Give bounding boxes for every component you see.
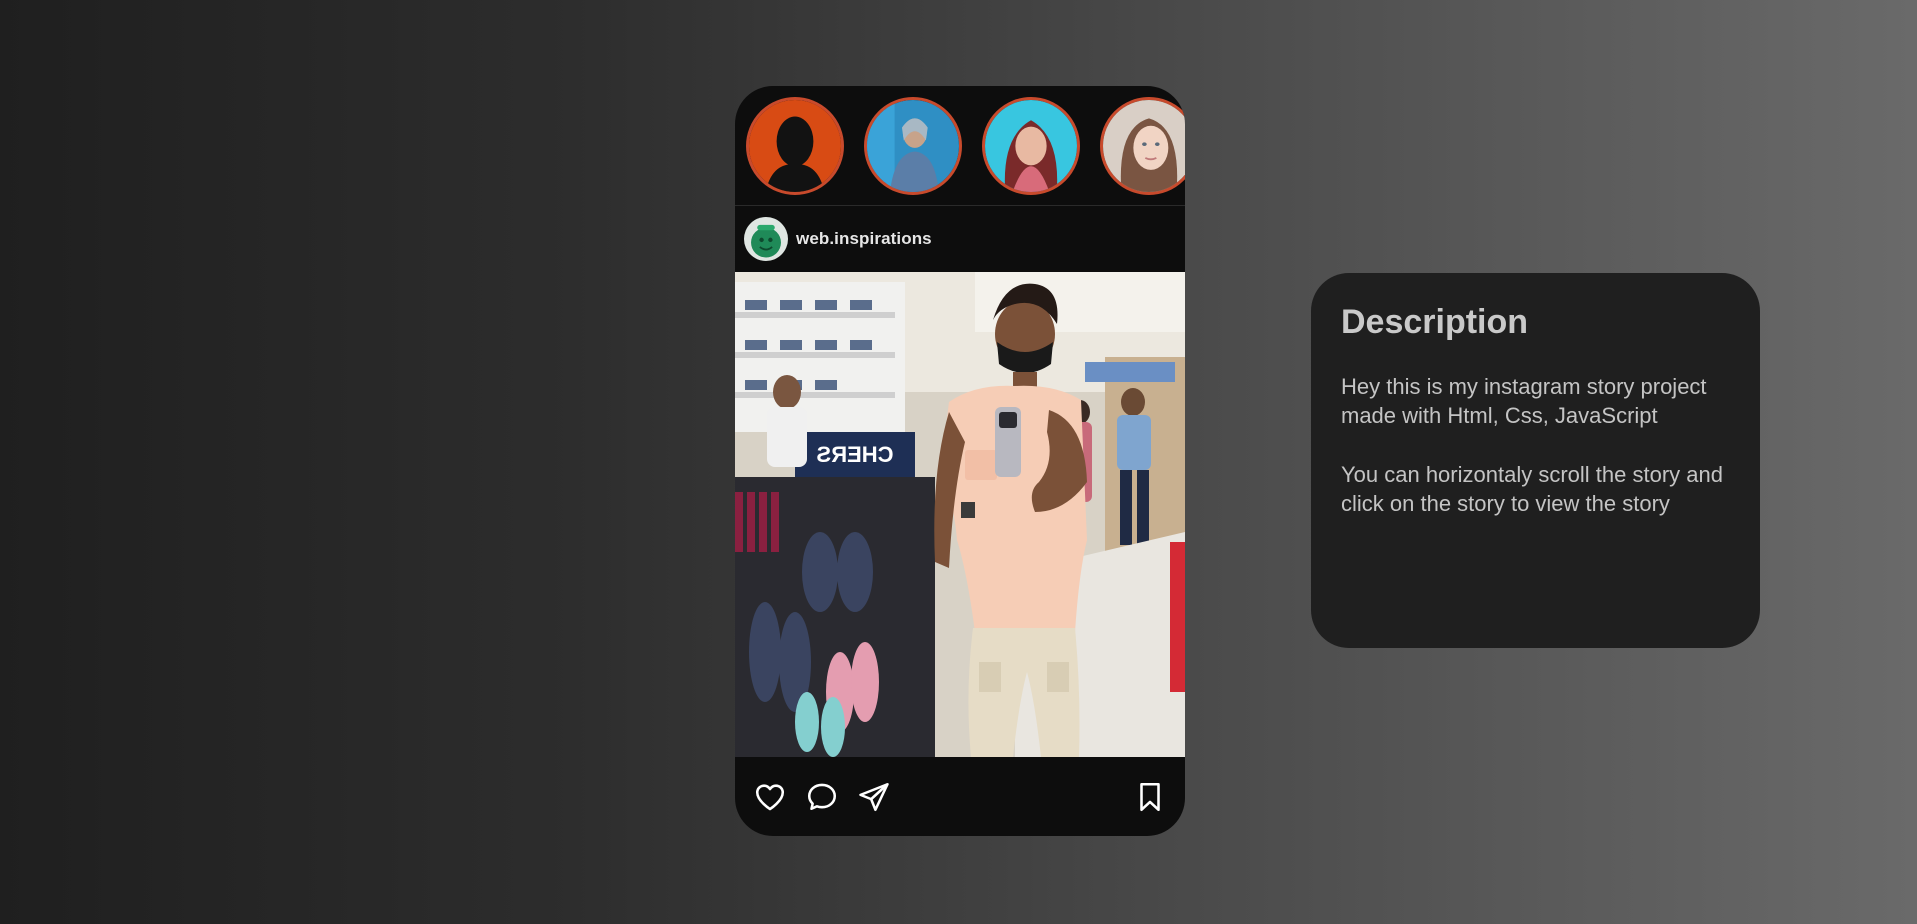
post-card: web.inspirations CHERS (735, 86, 1185, 836)
profile-avatar[interactable] (744, 217, 788, 261)
bookmark-icon (1140, 782, 1160, 811)
description-title: Description (1341, 303, 1529, 341)
post-photo-illustration: CHERS (735, 272, 1185, 757)
description-card: Description Hey this is my instagram sto… (1311, 273, 1760, 648)
description-paragraph-2: You can horizontaly scroll the story and… (1341, 462, 1723, 516)
story-avatar-4[interactable] (1100, 96, 1185, 195)
description-paragraph-1: Hey this is my instagram story project m… (1341, 374, 1707, 428)
story-avatar-2[interactable] (864, 96, 962, 195)
heart-icon (755, 783, 785, 810)
story-image-3 (985, 99, 1077, 192)
comment-button[interactable] (803, 778, 841, 816)
paper-plane-icon (859, 782, 889, 811)
story-image-1 (749, 99, 841, 192)
story-avatar-1[interactable] (746, 96, 844, 195)
avatar-image (744, 217, 788, 261)
share-button[interactable] (855, 778, 893, 816)
stories-row[interactable] (735, 86, 1185, 206)
post-image[interactable]: CHERS (735, 272, 1185, 757)
svg-text:CHERS: CHERS (816, 442, 893, 467)
story-avatar-3[interactable] (982, 96, 1080, 195)
story-image-4 (1103, 99, 1185, 192)
post-username[interactable]: web.inspirations (796, 229, 932, 249)
post-actions (735, 757, 1185, 836)
like-button[interactable] (751, 778, 789, 816)
save-button[interactable] (1131, 778, 1169, 816)
story-image-2 (867, 99, 959, 192)
post-header: web.inspirations (735, 206, 1185, 272)
comment-icon (807, 783, 837, 810)
